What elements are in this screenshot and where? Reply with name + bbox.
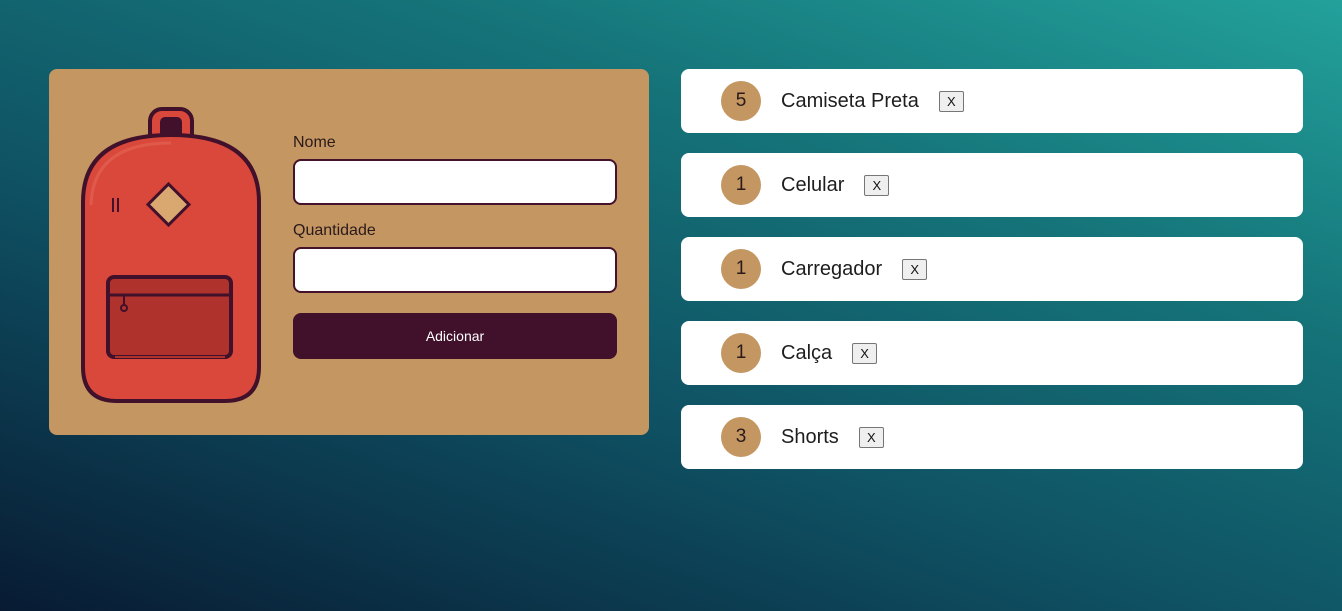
list-item: 5 Camiseta Preta X [681, 69, 1303, 133]
item-list: 5 Camiseta Preta X 1 Celular X 1 Carrega… [681, 69, 1303, 489]
add-button[interactable]: Adicionar [293, 313, 617, 359]
item-name: Calça [781, 341, 833, 364]
quantity-label: Quantidade [293, 222, 376, 239]
item-name: Celular [781, 173, 845, 196]
item-quantity-badge: 5 [721, 81, 761, 121]
item-quantity-badge: 1 [721, 333, 761, 373]
item-quantity-badge: 1 [721, 165, 761, 205]
backpack-illustration [79, 107, 263, 405]
list-item: 3 Shorts X [681, 405, 1303, 469]
quantity-input[interactable] [293, 247, 617, 293]
item-name: Carregador [781, 257, 883, 280]
item-quantity-badge: 1 [721, 249, 761, 289]
remove-item-button[interactable]: X [858, 426, 884, 448]
list-item: 1 Carregador X [681, 237, 1303, 301]
list-item: 1 Calça X [681, 321, 1303, 385]
item-name: Camiseta Preta [781, 89, 919, 112]
remove-item-button[interactable]: X [938, 90, 964, 112]
name-input[interactable] [293, 159, 617, 205]
item-quantity-badge: 3 [721, 417, 761, 457]
list-item: 1 Celular X [681, 153, 1303, 217]
name-label: Nome [293, 134, 336, 151]
remove-item-button[interactable]: X [902, 258, 928, 280]
item-name: Shorts [781, 425, 839, 448]
remove-item-button[interactable]: X [852, 342, 878, 364]
add-item-card: Nome Quantidade Adicionar [49, 69, 649, 435]
backpack-icon [81, 107, 261, 403]
item-form: Nome Quantidade Adicionar [293, 133, 617, 359]
remove-item-button[interactable]: X [864, 174, 890, 196]
